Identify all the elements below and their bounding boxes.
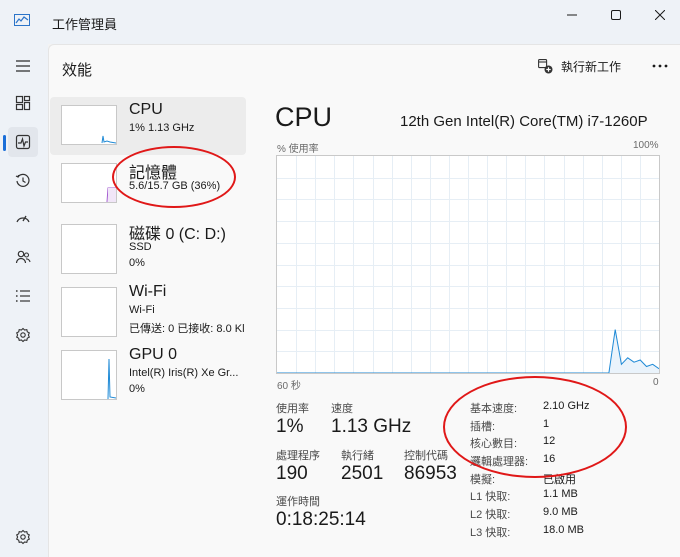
disk-thumbnail-graph [61,224,117,274]
handles-label: 控制代碼 [404,450,448,462]
device-detail: 5.6/15.7 GB (36%) [129,180,221,192]
services-gear-icon [15,327,31,343]
axis-min-label: 0 [653,377,659,388]
minimize-button[interactable] [557,5,587,25]
more-dots-icon [652,64,668,68]
device-detail: Intel(R) Iris(R) Xe Gr... [129,367,239,379]
device-item-cpu[interactable]: CPU 1% 1.13 GHz [50,97,246,155]
spec-key: 模擬: [470,474,496,486]
device-item-disk[interactable]: 磁碟 0 (C: D:) SSD 0% [50,216,246,274]
speed-value: 1.13 GHz [331,416,412,437]
device-detail: SSD [129,241,152,253]
device-usage: 0% [129,257,145,269]
close-button[interactable] [645,5,675,25]
history-icon [15,173,30,187]
settings-gear-icon [15,529,31,545]
spec-value: 已啟用 [543,474,576,486]
threads-label: 執行緒 [341,450,374,462]
usage-label: 使用率 [276,403,309,415]
nav-services[interactable] [8,320,38,350]
nav-settings[interactable] [8,522,38,552]
spec-key: L1 快取: [470,491,511,503]
detail-title: CPU [275,102,333,132]
spec-value: 18.0 MB [543,524,584,536]
hamburger-icon [16,60,30,72]
maximize-icon [611,10,621,20]
cpu-thumbnail-graph [61,105,117,145]
device-item-gpu[interactable]: GPU 0 Intel(R) Iris(R) Xe Gr... 0% [50,342,246,400]
run-new-task-label: 執行新工作 [561,59,622,74]
details-list-icon [15,290,30,302]
uptime-value: 0:18:25:14 [276,509,366,530]
startup-gauge-icon [16,215,30,223]
device-name: GPU 0 [129,346,178,363]
device-name: CPU [129,101,163,118]
gpu-thumbnail-graph [61,350,117,400]
processes-label: 處理程序 [276,450,320,462]
spec-key: 邏輯處理器: [470,456,529,468]
uptime-label: 運作時間 [276,496,320,508]
device-detail: Wi-Fi [129,304,155,316]
run-new-task-button[interactable]: 執行新工作 [538,55,621,77]
nav-users[interactable] [8,242,38,272]
active-nav-indicator [3,135,6,151]
spec-key: L3 快取: [470,527,511,539]
spec-value: 1 [543,418,550,430]
usage-value: 1% [276,416,304,437]
maximize-button[interactable] [601,5,631,25]
device-name: Wi-Fi [129,283,167,300]
wifi-thumbnail-graph [61,287,117,337]
spec-key: 插槽: [470,421,496,433]
nav-processes[interactable] [8,88,38,118]
usage-axis-label: % 使用率 [277,144,319,155]
device-throughput: 已傳送: 0 已接收: 8.0 Kl [129,323,245,335]
device-item-memory[interactable]: 記憶體 5.6/15.7 GB (36%) [50,155,246,213]
handles-value: 86953 [404,463,457,484]
device-detail: 1% 1.13 GHz [129,122,195,134]
axis-max-label: 100% [633,140,659,151]
spec-value: 1.1 MB [543,488,578,500]
nav-startup-apps[interactable] [8,203,38,233]
nav-app-history[interactable] [8,166,38,196]
spec-key: 基本速度: [470,403,518,415]
spec-key: 核心數目: [470,438,518,450]
spec-value: 12 [543,435,556,447]
memory-thumbnail-graph [61,163,117,203]
run-new-task-icon [538,58,553,73]
device-usage: 0% [129,383,145,395]
users-icon [15,250,31,264]
minimize-icon [567,14,577,16]
menu-toggle-button[interactable] [8,51,38,81]
task-manager-app-icon [14,14,30,26]
cpu-model-name: 12th Gen Intel(R) Core(TM) i7-1260P [400,113,648,130]
title-bar: 工作管理員 [0,0,680,44]
spec-value: 9.0 MB [543,506,578,518]
nav-details[interactable] [8,281,38,311]
device-item-wifi[interactable]: Wi-Fi Wi-Fi 已傳送: 0 已接收: 8.0 Kl [50,279,246,337]
speed-label: 速度 [331,403,353,415]
window-title: 工作管理員 [52,17,118,32]
time-window-label: 60 秒 [277,381,301,392]
navigation-rail [0,44,48,557]
spec-key: L2 快取: [470,509,511,521]
performance-icon [15,134,31,150]
nav-performance[interactable] [8,127,38,157]
spec-value: 2.10 GHz [543,400,590,412]
close-icon [655,10,665,20]
threads-value: 2501 [341,463,384,484]
processes-value: 190 [276,463,308,484]
more-options-button[interactable] [647,55,673,77]
cpu-usage-graph [276,155,660,374]
spec-value: 16 [543,453,556,465]
page-title: 效能 [62,62,93,79]
processes-grid-icon [15,95,31,111]
